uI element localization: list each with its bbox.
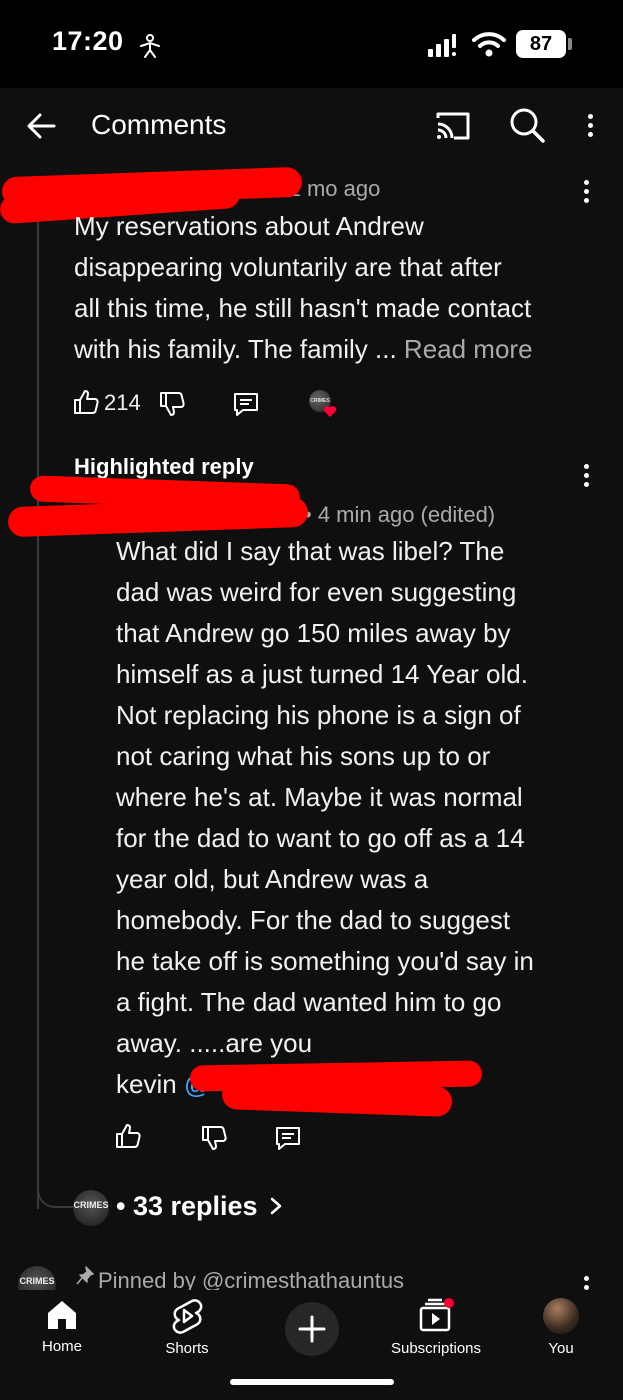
replies-label: • 33 replies [116,1191,258,1221]
comment-line: My reservations about Andrew [74,211,424,241]
plus-icon [298,1315,326,1343]
reply-line: What did I say that was libel? The [116,536,505,566]
reply-line: for the dad to want to go off as a 14 [116,823,525,853]
nav-you-label: You [548,1340,574,1357]
creator-heart-badge: CRIMES [309,390,339,420]
reply-line: where he's at. Maybe it was normal [116,782,523,812]
view-replies-button[interactable]: • 33 replies [116,1191,283,1222]
thread-connector-curve [37,1168,75,1208]
search-icon[interactable] [508,106,546,144]
comment-line-last: with his family. The family ... Read mor… [74,329,594,370]
comment-line: disappearing voluntarily are that after [74,252,502,282]
cast-icon[interactable] [434,108,472,144]
comments-header: Comments [0,88,623,164]
create-button[interactable] [285,1302,339,1356]
like-count: 214 [104,390,141,415]
comment-line: with his family. The family ... [74,334,397,364]
reply-line: himself as a just turned 14 Year old. [116,659,528,689]
reply-icon[interactable] [274,1124,302,1152]
page-title: Comments [91,109,227,140]
dislike-icon[interactable] [158,390,186,418]
reply-line: a fight. The dad wanted him to go [116,987,502,1017]
reply-line: homebody. For the dad to suggest [116,905,511,935]
reply-line: kevin [116,1069,177,1099]
reply-text: What did I say that was libel? The dad w… [116,531,606,1105]
back-arrow-icon[interactable] [24,108,60,144]
cellular-signal-icon [428,34,456,57]
comments-panel: Comments 29 2 mo ago My reservations abo… [0,88,623,1400]
user-avatar [543,1298,579,1334]
shorts-icon [172,1299,203,1334]
reply-line: year old, but Andrew was a [116,864,429,894]
home-icon [48,1301,76,1329]
reply-meta: • 4 min ago (edited) [304,502,496,527]
nav-subscriptions-label: Subscriptions [390,1340,482,1357]
highlighted-reply-label: Highlighted reply [74,454,254,479]
status-time: 17:20 [52,26,124,56]
status-bar: 17:20 87 [0,0,623,88]
comment-time: 2 mo ago [288,176,381,201]
like-icon[interactable] [72,388,100,416]
like-icon[interactable] [114,1122,142,1150]
reply-more-icon[interactable] [575,460,597,490]
nav-shorts-label: Shorts [165,1340,209,1357]
chevron-right-icon [270,1197,282,1215]
reply-line: that Andrew go 150 miles away by [116,618,511,648]
reply-line: away. .....are you [116,1028,313,1058]
pin-icon [76,1266,94,1285]
reply-line: Not replacing his phone is a sign of [116,700,521,730]
reply-line: not caring what his sons up to or [116,741,491,771]
more-options-icon[interactable] [579,110,601,140]
battery-indicator: 87 [516,30,566,58]
subscriptions-icon [419,1298,454,1332]
comment-line: all this time, he still hasn't made cont… [74,293,532,323]
heart-icon [323,406,337,417]
nav-you[interactable]: You [511,1298,611,1357]
nav-home-label: Home [41,1338,82,1355]
nav-subscriptions[interactable]: Subscriptions [386,1298,486,1357]
reply-icon[interactable] [232,390,260,418]
accessibility-icon [140,34,160,58]
comment-text: My reservations about Andrew disappearin… [74,206,594,370]
dislike-icon[interactable] [200,1124,228,1152]
reply-line: dad was weird for even suggesting [116,577,517,607]
nav-home[interactable]: Home [12,1298,112,1355]
comment-more-icon[interactable] [575,176,597,206]
home-indicator [230,1379,394,1385]
wifi-icon [472,32,506,57]
replies-avatar: CRIMES [73,1190,109,1226]
read-more-link[interactable]: Read more [404,334,533,364]
thread-connector [37,193,39,1209]
battery-tip [568,38,572,50]
nav-shorts[interactable]: Shorts [137,1298,237,1357]
reply-line: he take off is something you'd say in [116,946,534,976]
